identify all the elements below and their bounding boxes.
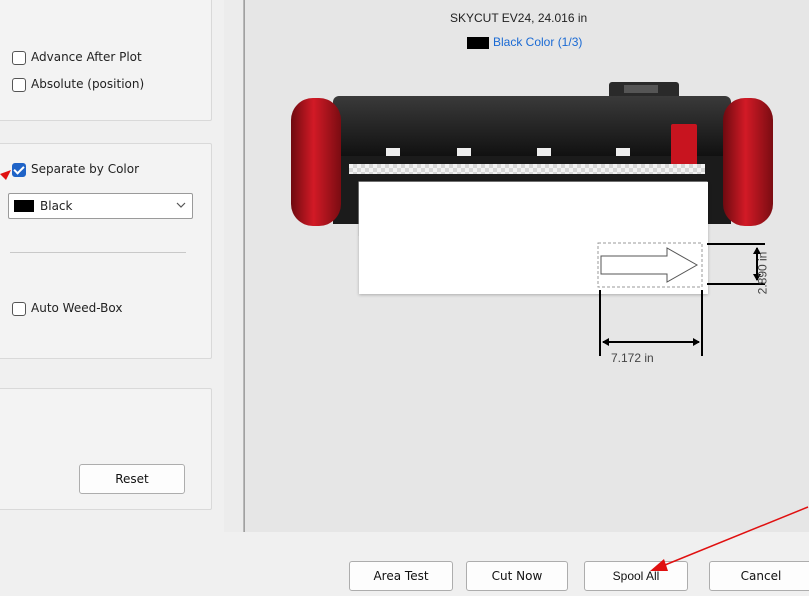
cut-now-button[interactable]: Cut Now — [466, 561, 568, 591]
separate-by-color-label: Separate by Color — [31, 162, 140, 176]
reset-button[interactable]: Reset — [79, 464, 185, 494]
cut-preview: SKYCUT EV24, 24.016 in Black Color (1/3) — [244, 0, 809, 532]
auto-weed-box-checkbox[interactable] — [12, 302, 26, 316]
design-arrow-shape[interactable] — [597, 242, 705, 290]
separate-by-color-checkbox[interactable] — [12, 163, 26, 177]
color-select-value: Black — [40, 199, 73, 213]
annotation-arrow — [650, 506, 809, 571]
color-swatch — [467, 37, 489, 49]
divider — [10, 252, 186, 253]
width-dimension — [599, 290, 703, 356]
advance-after-plot-label: Advance After Plot — [31, 50, 142, 64]
area-test-button[interactable]: Area Test — [349, 561, 453, 591]
height-dimension-label: 2.890 in — [755, 251, 770, 295]
color-swatch — [14, 200, 34, 212]
cut-settings-panel: Advance After Plot Absolute (position) S… — [0, 0, 224, 530]
auto-weed-box-label: Auto Weed-Box — [31, 301, 123, 315]
advance-after-plot-checkbox[interactable] — [12, 51, 26, 65]
color-select[interactable]: Black — [8, 193, 193, 219]
width-dimension-label: 7.172 in — [611, 351, 654, 365]
chevron-down-icon — [175, 198, 187, 212]
color-link[interactable]: Black Color (1/3) — [493, 35, 582, 49]
absolute-position-label: Absolute (position) — [31, 77, 145, 91]
panel-splitter[interactable] — [224, 0, 244, 532]
machine-title: SKYCUT EV24, 24.016 in — [450, 11, 588, 25]
annotation-arrow — [0, 170, 11, 180]
absolute-position-checkbox[interactable] — [12, 78, 26, 92]
